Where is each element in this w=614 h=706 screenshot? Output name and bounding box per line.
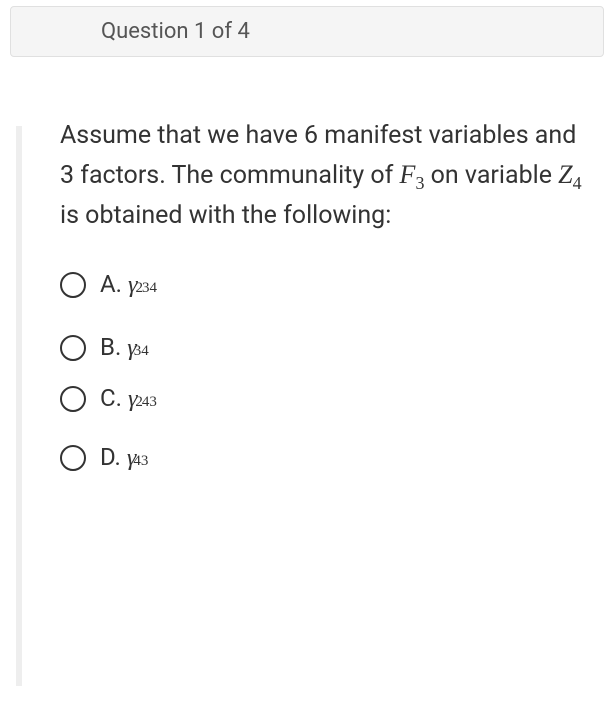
question-counter: Question 1 of 4 [101, 19, 250, 44]
option-a[interactable]: A. γ 2 34 [60, 270, 584, 299]
radio-icon [60, 272, 86, 298]
math-f3-base: F [400, 160, 416, 189]
option-d-label: D. γ 43 [100, 443, 151, 472]
option-d-sub: 43 [133, 453, 148, 470]
option-d-prefix: D. [100, 443, 121, 471]
question-text: Assume that we have 6 manifest variables… [60, 117, 584, 234]
option-a-label: A. γ 2 34 [100, 270, 160, 299]
option-c[interactable]: C. γ 2 43 [60, 384, 584, 413]
question-body: Assume that we have 6 manifest variables… [0, 57, 614, 472]
option-a-sub: 34 [142, 280, 157, 297]
option-c-sub: 43 [142, 394, 157, 411]
option-b[interactable]: B. γ 34 [60, 333, 584, 362]
option-d[interactable]: D. γ 43 [60, 443, 584, 472]
radio-icon [60, 386, 86, 412]
option-c-label: C. γ 2 43 [100, 384, 160, 413]
math-z4-base: Z [558, 160, 572, 189]
math-f3: F3 [400, 160, 425, 189]
scroll-indicator [16, 126, 22, 686]
question-text-part2: on variable [424, 161, 558, 190]
math-z4-sub: 4 [573, 173, 582, 193]
math-z4: Z4 [558, 160, 581, 189]
question-header: Question 1 of 4 [10, 6, 604, 57]
option-a-prefix: A. [100, 270, 122, 298]
option-c-prefix: C. [100, 384, 122, 412]
question-text-part3: is obtained with the following: [60, 201, 391, 230]
option-b-sub: 34 [134, 343, 149, 360]
option-b-prefix: B. [100, 333, 121, 361]
radio-icon [60, 335, 86, 361]
radio-icon [60, 445, 86, 471]
options-list: A. γ 2 34 B. γ 34 C. γ 2 43 [60, 270, 584, 472]
option-b-label: B. γ 34 [100, 333, 152, 362]
